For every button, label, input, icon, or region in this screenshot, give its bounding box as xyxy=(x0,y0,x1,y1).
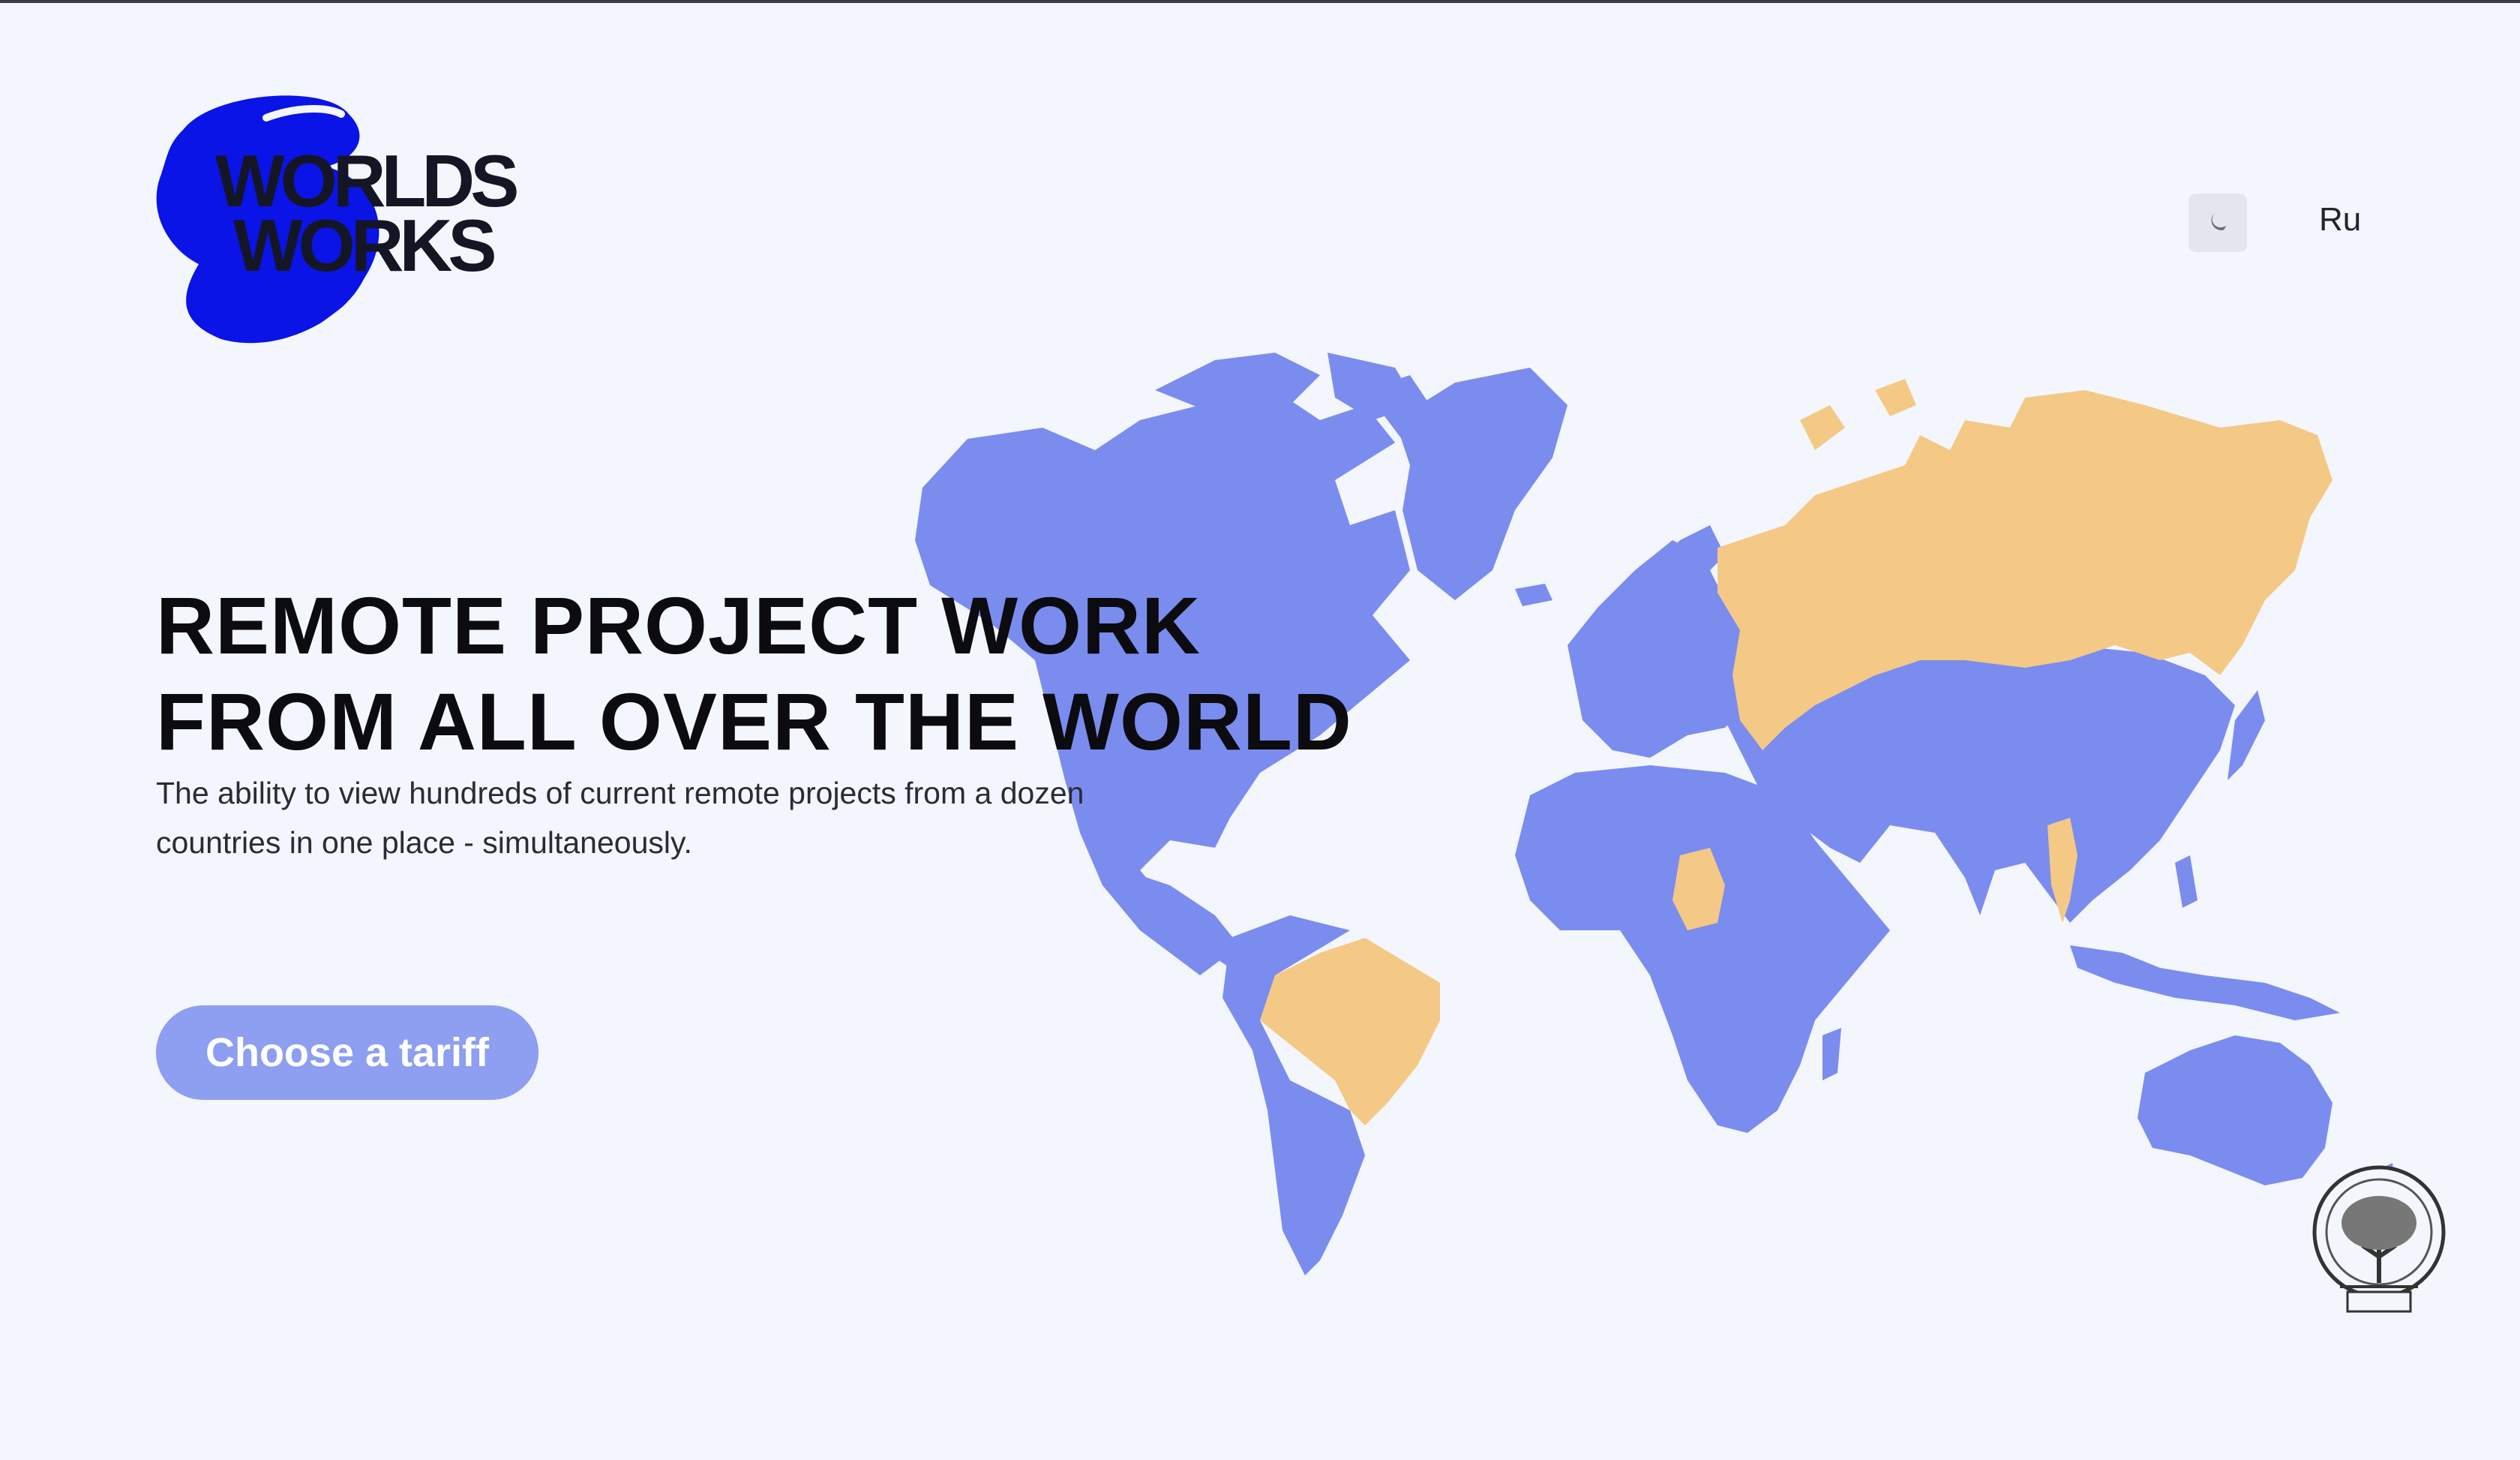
theme-toggle-button[interactable] xyxy=(2188,194,2247,252)
map-madagascar xyxy=(1822,1028,1841,1080)
map-region-russia-north-islands xyxy=(1800,379,1916,450)
page: WORLDS WORKS Ru REMOTE PROJECT WORK FROM… xyxy=(0,0,2520,1460)
hero-title-line-1: REMOTE PROJECT WORK xyxy=(156,580,1202,671)
hero-subtitle-line-1: The ability to view hundreds of current … xyxy=(156,776,1084,810)
map-australia xyxy=(2138,1035,2332,1185)
hero-subtitle: The ability to view hundreds of current … xyxy=(156,768,1206,867)
institute-seal-icon xyxy=(2312,1165,2446,1313)
map-philippines xyxy=(2175,855,2198,908)
moon-icon xyxy=(2211,213,2226,230)
logo-line-2: WORKS xyxy=(233,204,497,287)
hero-subtitle-line-2: countries in one place - simultaneously. xyxy=(156,825,692,860)
logo-wordmark: WORLDS WORKS xyxy=(215,144,519,287)
hero-title: REMOTE PROJECT WORK FROM ALL OVER THE WO… xyxy=(156,578,1352,770)
map-indonesia xyxy=(2070,945,2340,1020)
choose-tariff-button[interactable]: Choose a tariff xyxy=(156,1005,538,1100)
language-switch-link[interactable]: Ru xyxy=(2319,201,2361,239)
map-iceland xyxy=(1515,584,1552,606)
hero-title-line-2: FROM ALL OVER THE WORLD xyxy=(156,676,1352,767)
brand-logo[interactable]: WORLDS WORKS xyxy=(154,84,544,362)
